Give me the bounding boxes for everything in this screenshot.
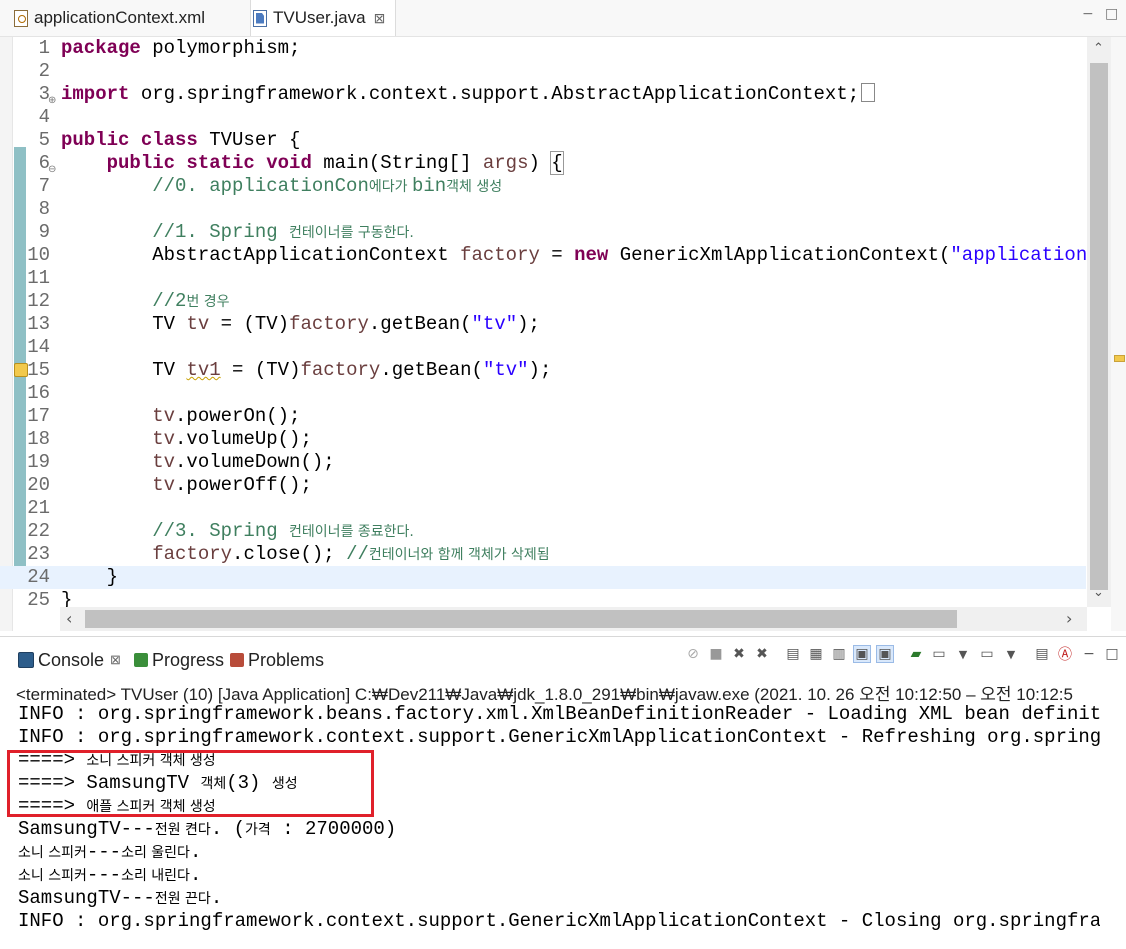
code-line: 2 <box>38 60 50 82</box>
tab-problems[interactable]: Problems <box>230 647 324 673</box>
console-view: Console ⊠ Progress Problems ⊘ ■ ✖ ✖ ▤ ▦ … <box>0 636 1126 949</box>
scroll-up-icon[interactable]: ⌃ <box>1093 41 1104 56</box>
tab-label: TVUser.java <box>273 8 366 27</box>
code-line: 19 tv.volumeDown(); <box>27 451 335 473</box>
scroll-left-icon[interactable]: ‹ <box>66 609 72 628</box>
code-line: 18 tv.volumeUp(); <box>27 428 312 450</box>
java-file-icon <box>253 9 267 27</box>
code-line: 5 public class TVUser { <box>38 129 301 151</box>
overview-ruler <box>1111 37 1126 631</box>
view-tab-bar: Console ⊠ Progress Problems ⊘ ■ ✖ ✖ ▤ ▦ … <box>0 637 1126 677</box>
code-line: 20 tv.powerOff(); <box>27 474 312 496</box>
scroll-lock-icon[interactable]: ▦ <box>807 645 825 663</box>
code-line: 25} <box>27 589 73 607</box>
scroll-down-icon[interactable]: ⌄ <box>1093 585 1104 600</box>
collapsed-imports-icon[interactable] <box>861 83 876 102</box>
remove-launch-icon[interactable]: ⊘ <box>684 645 702 663</box>
code-line: 22 //3. Spring 컨테이너를 종료한다. <box>27 520 414 542</box>
editor-horizontal-scrollbar[interactable]: ‹ › <box>60 607 1087 631</box>
tab-applicationcontext-xml[interactable]: applicationContext.xml <box>14 0 205 36</box>
console-line: 소니 스피커---소리 울린다. <box>18 841 202 863</box>
code-line: 16 <box>27 382 50 404</box>
clear-console-icon[interactable]: ▤ <box>784 645 802 663</box>
editor-vertical-scrollbar[interactable]: ⌃ ⌄ <box>1087 37 1111 607</box>
code-line: 11 <box>27 267 50 289</box>
maximize-icon[interactable]: □ <box>1103 645 1121 663</box>
scroll-thumb[interactable] <box>85 610 957 628</box>
word-wrap-icon[interactable]: ▥ <box>830 645 848 663</box>
code-line: 8 <box>38 198 50 220</box>
console-output[interactable]: INFO : org.springframework.beans.factory… <box>0 701 1100 949</box>
tab-console[interactable]: Console ⊠ <box>18 647 121 673</box>
code-line: 14 <box>27 336 50 358</box>
code-line: 23 factory.close(); //컨테이너와 함께 객체가 삭제됨 <box>27 543 550 565</box>
chevron-down-icon[interactable]: ▼ <box>954 645 972 663</box>
code-line: 3 ⊕ import org.springframework.context.sup… <box>0 83 1086 106</box>
progress-icon <box>134 653 148 667</box>
close-icon[interactable]: ⊠ <box>110 652 121 668</box>
tab-label: Problems <box>248 649 325 670</box>
code-line: 12 //2번 경우 <box>27 290 230 312</box>
display-console-icon[interactable]: ▭ <box>930 645 948 663</box>
minimize-icon[interactable]: − <box>1080 645 1098 663</box>
tab-label: Progress <box>152 649 225 670</box>
code-editor[interactable]: 1 package polymorphism; 2 3 ⊕ import org.sp… <box>0 37 1126 631</box>
minimize-icon[interactable]: − <box>1082 6 1094 22</box>
code-area[interactable]: 1 package polymorphism; 2 3 ⊕ import org.sp… <box>0 37 1086 607</box>
pin-console-icon[interactable]: ▰ <box>907 645 925 663</box>
code-line: 9 //1. Spring 컨테이너를 구동한다. <box>38 221 414 243</box>
code-line: 6 ⊖ public static void main(String[] args… <box>0 151 1086 175</box>
copy-icon[interactable]: ▤ <box>1033 645 1051 663</box>
scroll-right-icon[interactable]: › <box>1066 609 1072 628</box>
close-icon[interactable]: ⊠ <box>374 10 386 27</box>
terminate-icon[interactable]: ■ <box>707 645 725 663</box>
console-line: INFO : org.springframework.context.suppo… <box>18 726 1100 748</box>
console-line: SamsungTV---전원 끈다. <box>18 887 223 909</box>
editor-tab-bar: applicationContext.xml TVUser.java ⊠ − □ <box>0 0 1126 37</box>
spring-icon[interactable]: Ⓐ <box>1056 645 1074 663</box>
tab-progress[interactable]: Progress <box>134 647 224 673</box>
code-line: 10 AbstractApplicationContext factory = … <box>27 244 1086 266</box>
show-on-stderr-icon[interactable]: ▣ <box>876 645 894 663</box>
console-vertical-scrollbar[interactable] <box>1101 701 1126 949</box>
scroll-thumb[interactable] <box>1090 63 1108 590</box>
console-line: SamsungTV---전원 켠다. (가격 : 2700000) <box>18 818 397 840</box>
code-line: 21 <box>27 497 50 519</box>
chevron-down-icon[interactable]: ▼ <box>1002 645 1020 663</box>
console-line: 소니 스피커---소리 내린다. <box>18 864 202 886</box>
problems-icon <box>230 653 244 667</box>
code-line: 17 tv.powerOn(); <box>27 405 301 427</box>
code-line: 1 package polymorphism; <box>38 37 301 59</box>
code-line-current: 24 } <box>0 566 1086 589</box>
warning-marker[interactable] <box>1114 355 1125 362</box>
open-console-icon[interactable]: ▭ <box>978 645 996 663</box>
show-on-stdout-icon[interactable]: ▣ <box>853 645 871 663</box>
highlight-annotation-box <box>7 750 374 817</box>
console-icon <box>18 652 34 668</box>
code-line: 13 TV tv = (TV)factory.getBean("tv"); <box>27 313 540 335</box>
xml-file-icon <box>14 9 28 27</box>
code-line: 15 TV tv1 = (TV)factory.getBean("tv"); <box>0 359 1086 382</box>
code-line: 7 //0. applicationCon에다가 bin객체 생성 <box>38 175 503 197</box>
console-line: INFO : org.springframework.context.suppo… <box>18 910 1100 932</box>
tab-label: applicationContext.xml <box>34 8 206 27</box>
code-line: 4 <box>38 106 50 128</box>
console-line: INFO : org.springframework.beans.factory… <box>18 703 1100 725</box>
tab-label: Console <box>38 649 105 670</box>
remove-all-icon[interactable]: ✖ <box>753 645 771 663</box>
tab-tvuser-java[interactable]: TVUser.java ⊠ <box>250 0 396 36</box>
maximize-icon[interactable]: □ <box>1105 6 1118 22</box>
remove-icon[interactable]: ✖ <box>730 645 748 663</box>
